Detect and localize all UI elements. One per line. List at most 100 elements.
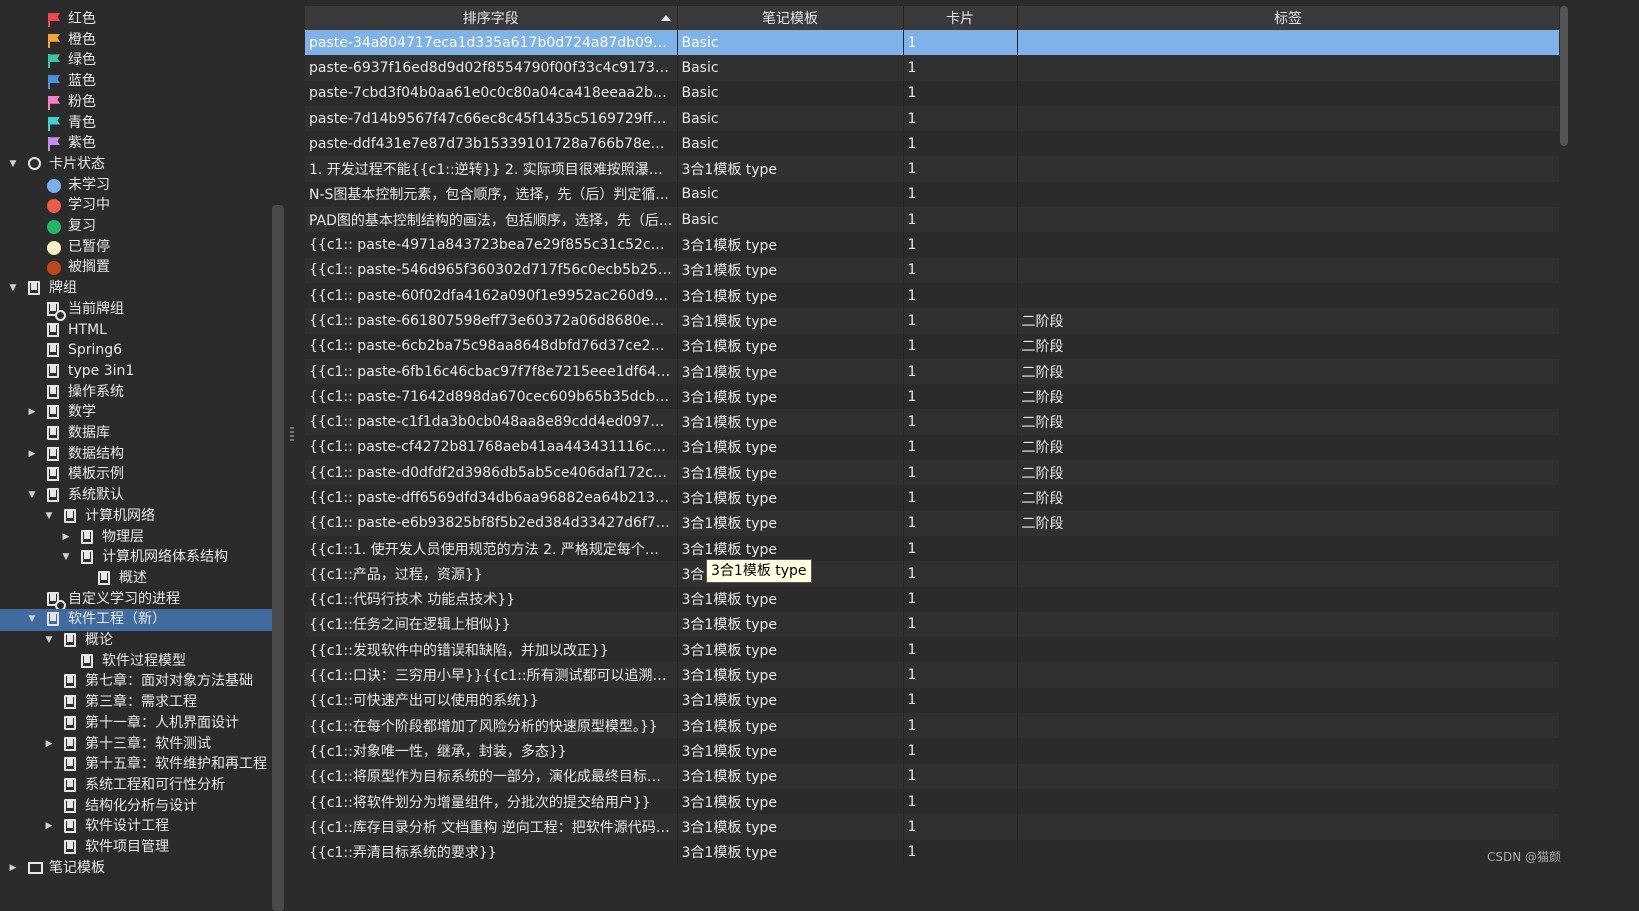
deck-item[interactable]: ▶ 数学 [0, 402, 272, 424]
deck-item[interactable]: ▼ 计算机网络体系结构 [0, 547, 272, 569]
chevron-right-icon[interactable]: ▶ [27, 444, 37, 466]
table-row[interactable]: {{c1:: paste-661807598eff73e60372a06d868… [305, 308, 1559, 334]
deck-item[interactable]: 软件过程模型 [0, 651, 272, 673]
column-header-cards[interactable]: 卡片 [903, 6, 1018, 30]
chevron-down-icon[interactable]: ▼ [8, 278, 18, 300]
card-state-item[interactable]: 学习中 [0, 195, 272, 217]
table-row[interactable]: {{c1:: paste-546d965f360302d717f56c0ecb5… [305, 257, 1559, 283]
sidebar-scrollbar[interactable] [272, 205, 284, 911]
flag-item[interactable]: 蓝色 [0, 71, 272, 93]
deck-item[interactable]: 操作系统 [0, 382, 272, 404]
column-header-sort-field[interactable]: 排序字段 [305, 6, 678, 30]
table-row[interactable]: paste-34a804717eca1d335a617b0d724a87db09… [305, 30, 1559, 56]
sort-field-cell: {{c1::口诀：三穷用小早}}{{c1::所有测试都可以追溯到用户... [305, 662, 678, 688]
table-row[interactable]: paste-6937f16ed8d9d02f8554790f00f33c4c91… [305, 55, 1559, 81]
table-row[interactable]: {{c1::库存目录分析 文档重构 逆向工程：把软件源代码还... 3合1模板 t… [305, 814, 1559, 840]
decks-group[interactable]: ▼ 牌组 [0, 278, 272, 300]
deck-item[interactable]: ▶ 软件设计工程 [0, 816, 272, 838]
deck-item[interactable]: 数据库 [0, 423, 272, 445]
table-row[interactable]: {{c1:: paste-cf4272b81768aeb41aa44343111… [305, 434, 1559, 461]
chevron-right-icon[interactable]: ▶ [44, 816, 54, 838]
note-types-group[interactable]: ▶ 笔记模板 [0, 858, 272, 880]
chevron-down-icon[interactable]: ▼ [61, 547, 71, 569]
chevron-right-icon[interactable]: ▶ [8, 858, 18, 880]
deck-item[interactable]: 第十一章：人机界面设计 [0, 713, 272, 735]
deck-item[interactable]: 第七章：面对对象方法基础 [0, 671, 272, 693]
deck-item[interactable]: 自定义学习的进程 [0, 589, 272, 611]
flag-item[interactable]: 绿色 [0, 50, 272, 72]
table-row[interactable]: {{c1:: paste-e6b93825bf8f5b2ed384d33427d… [305, 510, 1559, 536]
table-row[interactable]: {{c1::在每个阶段都增加了风险分析的快速原型模型。}} 3合1模板 type 1 [305, 713, 1559, 739]
card-state-item[interactable]: 复习 [0, 216, 272, 238]
flag-item[interactable]: 红色 [0, 9, 272, 31]
table-row[interactable]: {{c1:: paste-6fb16c46cbac97f7f8e7215eee1… [305, 358, 1559, 385]
card-state-group[interactable]: ▼ 卡片状态 [0, 154, 272, 176]
tree-item-label: 模板示例 [68, 466, 124, 483]
table-row[interactable]: {{c1::将软件划分为增量组件，分批次的提交给用户}} 3合1模板 type 1 [305, 788, 1559, 815]
table-row[interactable]: PAD图的基本控制结构的画法，包括顺序，选择，先（后... Basic 1 [305, 207, 1559, 233]
table-row[interactable]: {{c1::口诀：三穷用小早}}{{c1::所有测试都可以追溯到用户... 3合1… [305, 662, 1559, 688]
chevron-down-icon[interactable]: ▼ [27, 485, 37, 507]
column-header-tags[interactable]: 标签 [1017, 6, 1559, 30]
deck-item[interactable]: 第十五章：软件维护和再工程 [0, 754, 272, 776]
chevron-right-icon[interactable]: ▶ [61, 527, 71, 549]
chevron-right-icon[interactable]: ▶ [44, 734, 54, 756]
table-row[interactable]: 1. 开发过程不能{{c1::逆转}} 2. 实际项目很难按照瀑布模型... 3合… [305, 156, 1559, 182]
card-state-item[interactable]: 已暂停 [0, 237, 272, 259]
chevron-down-icon[interactable]: ▼ [8, 154, 18, 176]
deck-item[interactable]: 第三章：需求工程 [0, 692, 272, 714]
table-row[interactable]: {{c1::1. 使开发人员使用规范的方法 2. 严格规定每个阶段... 3合1模… [305, 535, 1559, 562]
table-row[interactable]: {{c1::可快速产出可以使用的系统}} 3合1模板 type 1 [305, 687, 1559, 714]
table-row[interactable]: {{c1::发现软件中的错误和缺陷，并加以改正}} 3合1模板 type 1 [305, 637, 1559, 663]
table-row[interactable]: paste-7cbd3f04b0aa61e0c0c80a04ca418eeaa2… [305, 80, 1559, 106]
table-row[interactable]: {{c1:: paste-dff6569dfd34db6aa96882ea64b… [305, 485, 1559, 511]
table-row[interactable]: paste-7d14b9567f47c66ec8c45f1435c5169729… [305, 105, 1559, 132]
flag-item[interactable]: 橙色 [0, 30, 272, 52]
chevron-down-icon[interactable]: ▼ [44, 630, 54, 652]
deck-item[interactable]: ▶ 物理层 [0, 527, 272, 549]
table-row[interactable]: {{c1:: paste-71642d898da670cec609b65b35d… [305, 384, 1559, 410]
card-state-item[interactable]: 被搁置 [0, 257, 272, 279]
deck-item[interactable]: ▶ 数据结构 [0, 444, 272, 466]
deck-item[interactable]: 结构化分析与设计 [0, 796, 272, 818]
chevron-down-icon[interactable]: ▼ [27, 609, 37, 631]
chevron-down-icon[interactable]: ▼ [44, 506, 54, 528]
flag-item[interactable]: 青色 [0, 113, 272, 135]
deck-item[interactable]: 系统工程和可行性分析 [0, 775, 272, 797]
deck-item[interactable]: 概述 [0, 568, 272, 590]
table-row[interactable]: paste-ddf431e7e87d73b15339101728a766b78e… [305, 131, 1559, 157]
column-header-note-type[interactable]: 笔记模板 [677, 6, 904, 30]
chevron-right-icon[interactable]: ▶ [27, 402, 37, 424]
table-row[interactable]: {{c1:: paste-d0dfdf2d3986db5ab5ce406daf1… [305, 460, 1559, 486]
deck-item[interactable]: ▶ 第十三章：软件测试 [0, 734, 272, 756]
tags-cell [1017, 687, 1559, 714]
splitter-handle[interactable] [290, 425, 294, 445]
table-scrollbar[interactable] [1560, 6, 1568, 146]
table-row[interactable]: {{c1::对象唯一性，继承，封装，多态}} 3合1模板 type 1 [305, 738, 1559, 764]
table-row[interactable]: {{c1::将原型作为目标系统的一部分，演化成最终目标系统}} 3合1模板 typ… [305, 763, 1559, 789]
deck-item[interactable]: Spring6 [0, 340, 272, 362]
table-row[interactable]: {{c1::任务之间在逻辑上相似}} 3合1模板 type 1 [305, 611, 1559, 638]
deck-item[interactable]: ▼ 概论 [0, 630, 272, 652]
deck-item[interactable]: HTML [0, 320, 272, 342]
deck-item[interactable]: ▼ 计算机网络 [0, 506, 272, 528]
deck-item[interactable]: 当前牌组 [0, 299, 272, 321]
table-row[interactable]: {{c1::弄清目标系统的要求}} 3合1模板 type 1 [305, 839, 1559, 865]
table-row[interactable]: {{c1:: paste-6cb2ba75c98aa8648dbfd76d37c… [305, 333, 1559, 359]
card-state-item[interactable]: 未学习 [0, 175, 272, 197]
table-row[interactable]: N-S图基本控制元素，包含顺序，选择，先（后）判定循... Basic 1 [305, 181, 1559, 208]
table-row[interactable]: {{c1:: paste-c1f1da3b0cb048aa8e89cdd4ed0… [305, 409, 1559, 435]
table-row[interactable]: {{c1:: paste-60f02dfa4162a090f1e9952ac26… [305, 282, 1559, 309]
table-row[interactable]: {{c1:: paste-4971a843723bea7e29f855c31c5… [305, 232, 1559, 258]
table-row[interactable]: {{c1::产品，过程，资源}} 3合1模板 type 1 [305, 561, 1559, 587]
cards-cell: 1 [903, 535, 1018, 562]
deck-item[interactable]: type 3in1 [0, 361, 272, 383]
flag-item[interactable]: 紫色 [0, 133, 272, 155]
flag-item[interactable]: 粉色 [0, 92, 272, 114]
deck-icon [64, 508, 76, 523]
deck-item[interactable]: ▼ 系统默认 [0, 485, 272, 507]
deck-item[interactable]: 软件项目管理 [0, 837, 272, 859]
deck-item[interactable]: ▼ 软件工程（新） [0, 609, 272, 631]
table-row[interactable]: {{c1::代码行技术 功能点技术}} 3合1模板 type 1 [305, 586, 1559, 612]
deck-item[interactable]: 模板示例 [0, 464, 272, 486]
